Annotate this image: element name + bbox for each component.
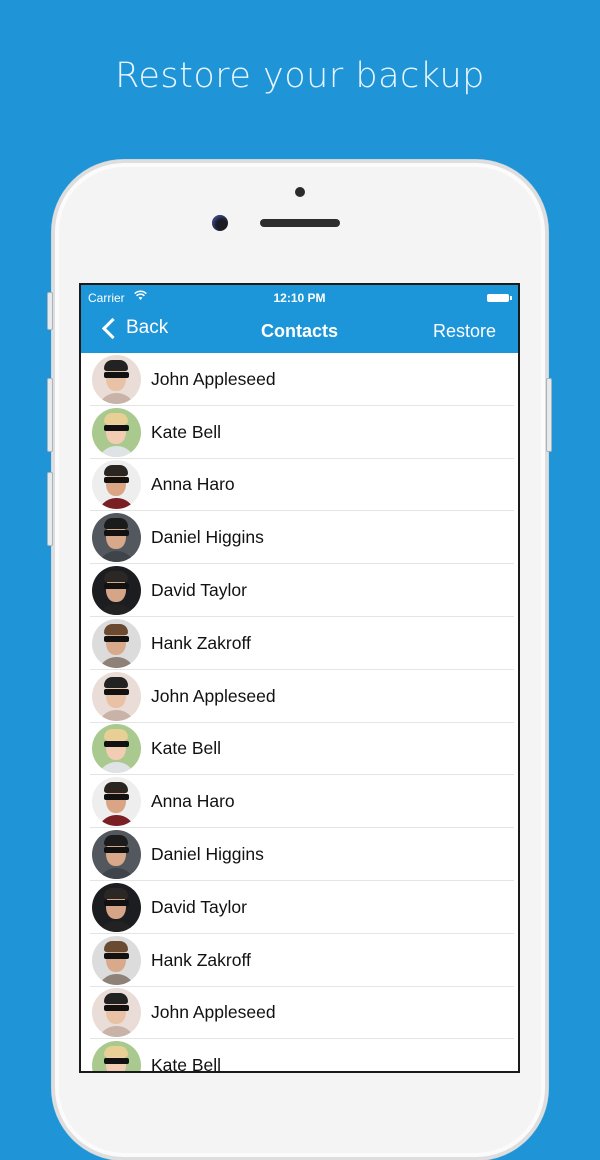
avatar-hair xyxy=(104,887,128,899)
contact-row[interactable]: Kate Bell xyxy=(81,406,518,459)
volume-down-button xyxy=(47,472,53,546)
avatar-hair xyxy=(104,359,128,371)
contact-name: John Appleseed xyxy=(151,368,276,389)
contact-row[interactable]: Hank Zakroff xyxy=(81,934,518,987)
contact-name: Daniel Higgins xyxy=(151,527,264,548)
avatar xyxy=(92,935,141,985)
avatar-hair xyxy=(104,782,128,794)
contact-row[interactable]: John Appleseed xyxy=(81,353,518,406)
avatar-hair xyxy=(104,1046,128,1058)
avatar-body xyxy=(98,498,135,510)
sunglasses-icon xyxy=(104,952,129,959)
avatar-body xyxy=(98,920,135,932)
avatar xyxy=(92,671,141,721)
avatar xyxy=(92,777,141,827)
sunglasses-icon xyxy=(104,371,129,378)
avatar-hair xyxy=(104,835,128,847)
avatar xyxy=(92,724,141,774)
avatar-body xyxy=(98,709,135,721)
avatar-hair xyxy=(104,729,128,741)
avatar xyxy=(92,460,141,510)
sunglasses-icon xyxy=(104,899,129,906)
contact-name: Anna Haro xyxy=(151,791,235,812)
contact-name: John Appleseed xyxy=(151,685,276,706)
avatar-body xyxy=(98,445,135,457)
avatar-hair xyxy=(104,518,128,530)
avatar xyxy=(92,354,141,404)
contact-name: Hank Zakroff xyxy=(151,632,251,653)
contact-name: Kate Bell xyxy=(151,738,222,759)
sunglasses-icon xyxy=(104,847,129,854)
avatar xyxy=(92,566,141,616)
avatar-hair xyxy=(104,465,128,477)
avatar-hair xyxy=(104,676,128,688)
front-camera-icon xyxy=(212,215,228,231)
avatar xyxy=(92,513,141,563)
status-time: 12:10 PM xyxy=(273,291,326,305)
avatar-body xyxy=(98,973,135,985)
contact-row[interactable]: David Taylor xyxy=(81,564,518,617)
avatar xyxy=(92,882,141,932)
earpiece-speaker xyxy=(260,219,340,227)
avatar-hair xyxy=(104,940,128,952)
avatar-hair xyxy=(104,623,128,635)
contact-row[interactable]: Kate Bell xyxy=(81,1039,518,1073)
sunglasses-icon xyxy=(104,741,129,748)
contact-row[interactable]: John Appleseed xyxy=(81,987,518,1040)
avatar-body xyxy=(98,656,135,668)
battery-full-icon xyxy=(487,294,512,302)
contact-row[interactable]: Anna Haro xyxy=(81,775,518,828)
avatar xyxy=(92,618,141,668)
avatar-body xyxy=(98,1026,135,1038)
contact-name: Kate Bell xyxy=(151,421,222,442)
restore-button[interactable]: Restore xyxy=(433,321,496,342)
sunglasses-icon xyxy=(104,1058,129,1065)
headline: Restore your backup xyxy=(115,56,485,96)
avatar-hair xyxy=(104,571,128,583)
avatar-hair xyxy=(104,412,128,424)
contact-row[interactable]: Kate Bell xyxy=(81,723,518,776)
sunglasses-icon xyxy=(104,530,129,537)
contact-row[interactable]: David Taylor xyxy=(81,881,518,934)
contact-row[interactable]: Daniel Higgins xyxy=(81,511,518,564)
sunglasses-icon xyxy=(104,424,129,431)
avatar xyxy=(92,830,141,880)
status-bar: Carrier 12:10 PM xyxy=(81,290,518,307)
avatar-body xyxy=(98,604,135,616)
contact-row[interactable]: John Appleseed xyxy=(81,670,518,723)
contact-row[interactable]: Hank Zakroff xyxy=(81,617,518,670)
contact-name: David Taylor xyxy=(151,580,247,601)
sunglasses-icon xyxy=(104,635,129,642)
contact-name: Daniel Higgins xyxy=(151,844,264,865)
avatar-body xyxy=(98,392,135,404)
avatar xyxy=(92,1041,141,1071)
sunglasses-icon xyxy=(104,688,129,695)
power-button xyxy=(546,378,552,452)
mute-switch xyxy=(47,292,53,330)
sunglasses-icon xyxy=(104,794,129,801)
contact-name: Hank Zakroff xyxy=(151,949,251,970)
contact-row[interactable]: Daniel Higgins xyxy=(81,828,518,881)
sunglasses-icon xyxy=(104,1005,129,1012)
contact-name: John Appleseed xyxy=(151,1002,276,1023)
avatar-body xyxy=(98,868,135,880)
avatar-body xyxy=(98,815,135,827)
contacts-list: John Appleseed Kate Bell Anna Haro Daniel H… xyxy=(81,353,518,1073)
contact-row[interactable]: Anna Haro xyxy=(81,459,518,512)
volume-up-button xyxy=(47,378,53,452)
phone-screen: Carrier 12:10 PM Back Contacts Restore J… xyxy=(79,283,520,1073)
avatar xyxy=(92,988,141,1038)
sunglasses-icon xyxy=(104,477,129,484)
contact-name: Anna Haro xyxy=(151,474,235,495)
avatar-body xyxy=(98,551,135,563)
contact-name: Kate Bell xyxy=(151,1055,222,1073)
avatar-body xyxy=(98,762,135,774)
proximity-sensor xyxy=(295,187,305,197)
avatar-hair xyxy=(104,993,128,1005)
navigation-bar: Carrier 12:10 PM Back Contacts Restore xyxy=(81,285,518,353)
avatar xyxy=(92,407,141,457)
contact-name: David Taylor xyxy=(151,896,247,917)
sunglasses-icon xyxy=(104,583,129,590)
